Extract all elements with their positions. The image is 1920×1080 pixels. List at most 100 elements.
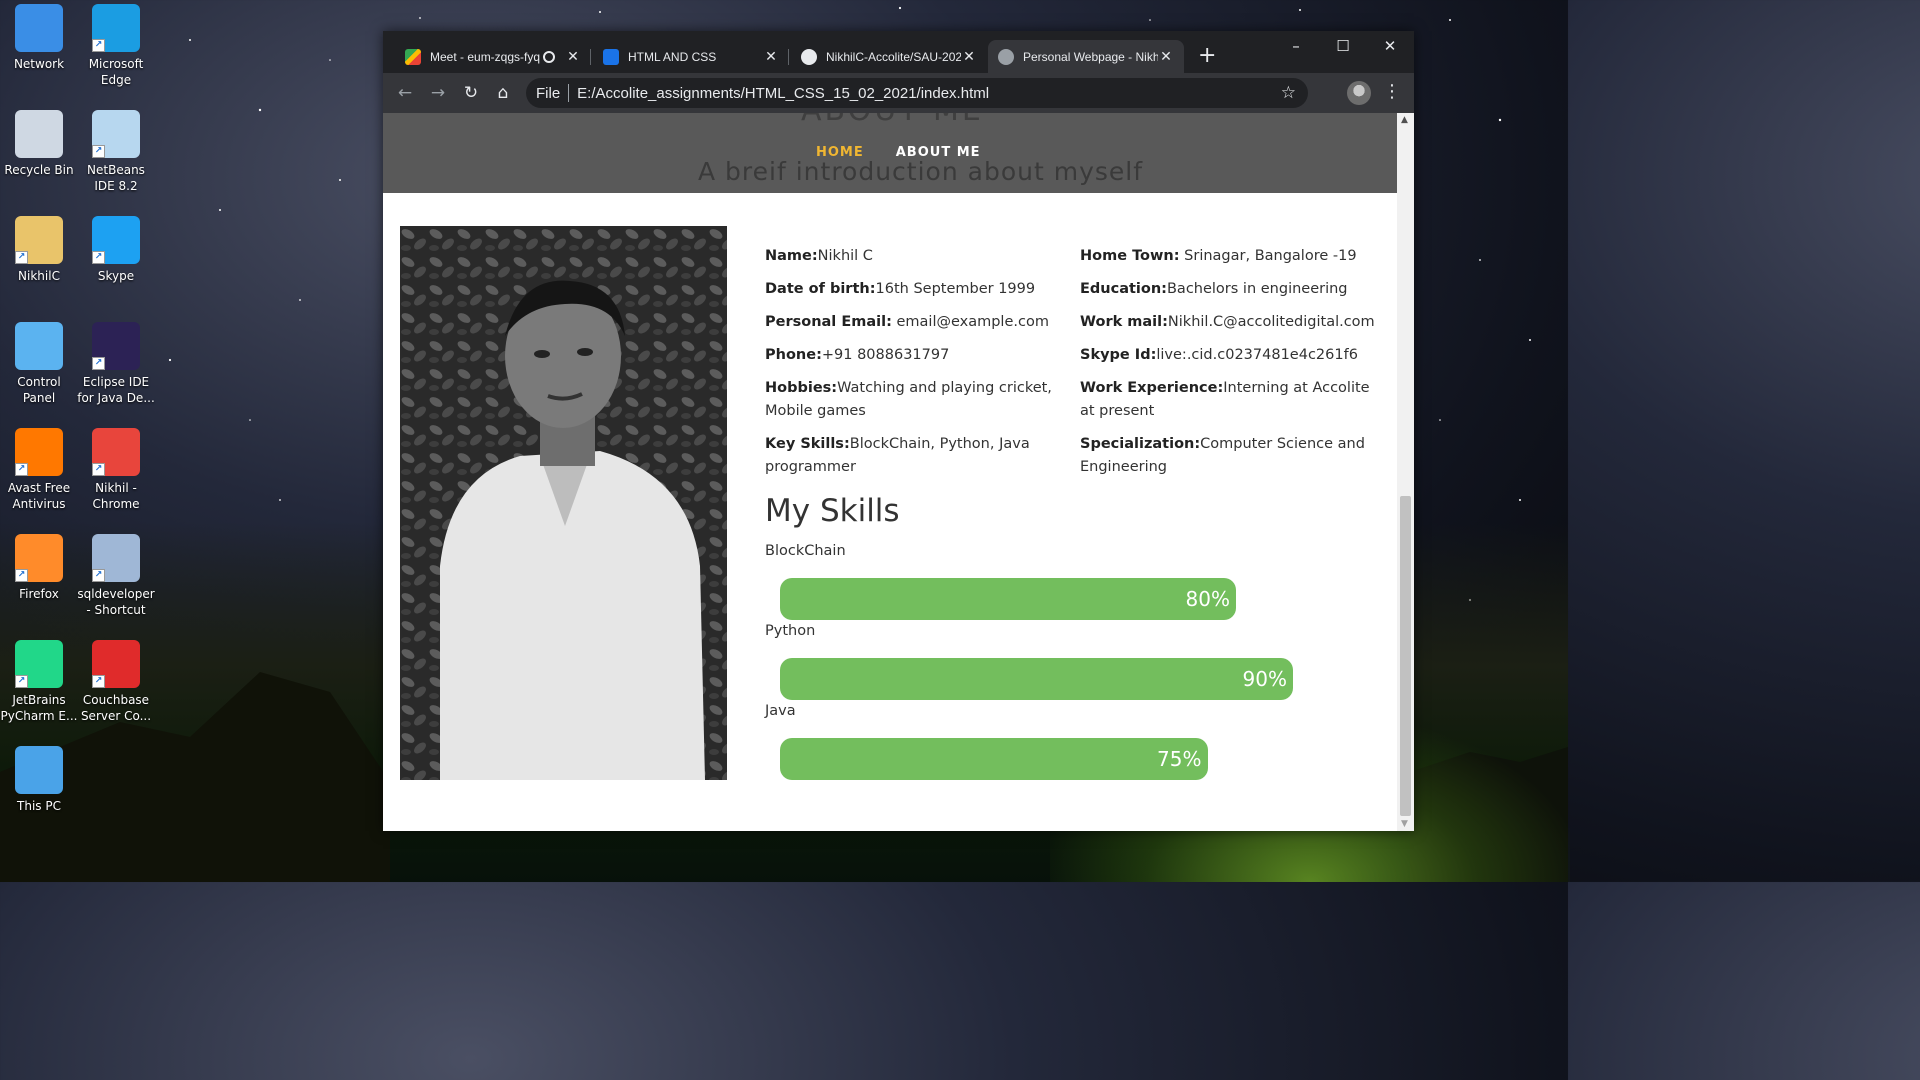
firefox-icon: ↗: [15, 534, 63, 582]
shortcut-arrow-icon: ↗: [15, 251, 28, 264]
tab-html-and-css[interactable]: HTML AND CSS ✕: [593, 40, 789, 73]
profile-photo: [400, 226, 727, 780]
skill-name: Python: [765, 623, 816, 639]
info-email: Personal Email: email@example.com: [765, 314, 1049, 330]
info-name: Name:Nikhil C: [765, 248, 873, 264]
shortcut-arrow-icon: ↗: [15, 463, 28, 476]
info-key-skills: Key Skills:BlockChain, Python, Java prog…: [765, 436, 1030, 475]
globe-icon: [998, 48, 1014, 65]
scroll-up-arrow-icon[interactable]: ▲: [1401, 115, 1408, 125]
recording-icon: [543, 50, 555, 63]
address-bar[interactable]: i File E:/Accolite_assignments/HTML_CSS_…: [526, 78, 1308, 226]
eclipse-icon: ↗: [92, 322, 140, 370]
desktop-icon[interactable]: ↗ Microsoft Edge: [77, 4, 155, 88]
skill-bar-fill: 90%: [780, 658, 1293, 700]
scrollbar-thumb[interactable]: [1400, 496, 1411, 816]
recycle-bin-icon: [15, 110, 63, 158]
google-classroom-icon: [603, 48, 619, 65]
info-hometown: Home Town: Srinagar, Bangalore -19: [1080, 248, 1357, 264]
skill-name: BlockChain: [765, 543, 846, 559]
couchbase-icon: ↗: [92, 640, 140, 688]
desktop-icon-label: Eclipse IDE for Java De...: [77, 375, 155, 405]
desktop-icon[interactable]: ↗ Avast Free Antivirus: [0, 428, 78, 512]
desktop-icon-label: NikhilC: [18, 269, 60, 283]
tab-separator: [590, 49, 591, 65]
skill-bar-fill: 75%: [780, 738, 1208, 780]
netbeans-icon: ↗: [92, 110, 140, 158]
page-scrollbar[interactable]: ▲ ▼: [1397, 113, 1414, 831]
page-subtitle: A breif introduction about myself: [698, 157, 1144, 186]
tab-close-icon[interactable]: ✕: [565, 48, 581, 65]
desktop-icon[interactable]: ↗ Firefox: [0, 534, 78, 602]
info-specialization: Specialization:Computer Science and Engi…: [1080, 436, 1365, 475]
desktop-icon[interactable]: ↗ NikhilC: [0, 216, 78, 284]
shortcut-arrow-icon: ↗: [92, 569, 105, 582]
desktop-icon-label: Recycle Bin: [4, 163, 74, 177]
shortcut-arrow-icon: ↗: [92, 357, 105, 370]
browser-menu-button[interactable]: ⋮: [1383, 81, 1401, 102]
google-meet-icon: [405, 48, 421, 65]
desktop-icon[interactable]: ↗ sqldeveloper - Shortcut: [77, 534, 155, 618]
desktop-icon[interactable]: Control Panel: [0, 322, 78, 406]
forward-button[interactable]: →: [427, 82, 449, 104]
site-header: ABOUT ME HOME ABOUT ME A breif introduct…: [383, 113, 1397, 193]
new-tab-button[interactable]: +: [1198, 45, 1216, 67]
desktop-icon[interactable]: ↗ NetBeans IDE 8.2: [77, 110, 155, 194]
desktop-icon-label: This PC: [17, 799, 61, 813]
desktop-icon-label: sqldeveloper - Shortcut: [77, 587, 155, 617]
skype-icon: ↗: [92, 216, 140, 264]
control-panel-icon: [15, 322, 63, 370]
desktop-icon[interactable]: This PC: [0, 746, 78, 814]
tab-github[interactable]: NikhilC-Accolite/SAU-2021 ✕: [791, 40, 987, 73]
bookmark-star-icon[interactable]: ☆: [1281, 83, 1296, 103]
desktop-icon-label: Control Panel: [17, 375, 61, 405]
minimize-button[interactable]: –: [1281, 37, 1311, 55]
info-work-experience: Work Experience:Interning at Accolite at…: [1080, 380, 1370, 419]
scroll-down-arrow-icon[interactable]: ▼: [1401, 819, 1408, 829]
tab-close-icon[interactable]: ✕: [961, 48, 977, 65]
tab-title: Personal Webpage - Nikhil: [1023, 49, 1158, 64]
desktop-icon[interactable]: ↗ Eclipse IDE for Java De...: [77, 322, 155, 406]
desktop-icon-label: Firefox: [19, 587, 59, 601]
desktop-icon-label: Skype: [97, 269, 135, 283]
close-window-button[interactable]: ✕: [1375, 37, 1405, 55]
tab-close-icon[interactable]: ✕: [1158, 48, 1174, 65]
tab-personal-webpage[interactable]: Personal Webpage - Nikhil ✕: [988, 40, 1184, 73]
shortcut-arrow-icon: ↗: [15, 675, 28, 688]
home-button[interactable]: ⌂: [492, 82, 514, 104]
shortcut-arrow-icon: ↗: [92, 463, 105, 476]
tab-close-icon[interactable]: ✕: [763, 48, 779, 65]
shortcut-arrow-icon: ↗: [92, 675, 105, 688]
page-heading: ABOUT ME: [801, 113, 984, 128]
sqldeveloper-icon: ↗: [92, 534, 140, 582]
pycharm-icon: ↗: [15, 640, 63, 688]
tab-google-meet[interactable]: Meet - eum-zqgs-fyq ✕: [395, 40, 591, 73]
shortcut-arrow-icon: ↗: [92, 251, 105, 264]
edge-icon: ↗: [92, 4, 140, 52]
url-text[interactable]: E:/Accolite_assignments/HTML_CSS_15_02_2…: [577, 85, 989, 102]
github-icon: [801, 48, 817, 65]
desktop-icon[interactable]: Recycle Bin: [0, 110, 78, 178]
desktop-icon[interactable]: ↗ Skype: [77, 216, 155, 284]
desktop-icon[interactable]: ↗ Nikhil - Chrome: [77, 428, 155, 512]
desktop-icon-label: Couchbase Server Co...: [80, 693, 152, 723]
back-button[interactable]: ←: [394, 82, 416, 104]
skills-heading: My Skills: [765, 493, 900, 529]
shortcut-arrow-icon: ↗: [92, 145, 105, 158]
skill-bar-track: 90%: [780, 658, 1350, 700]
desktop-icon[interactable]: Network: [0, 4, 78, 72]
avast-icon: ↗: [15, 428, 63, 476]
reload-button[interactable]: ↻: [460, 82, 482, 104]
skill-name: Java: [765, 703, 796, 719]
maximize-button[interactable]: ☐: [1328, 37, 1358, 55]
desktop-icon-label: Avast Free Antivirus: [7, 481, 71, 511]
profile-avatar[interactable]: [1347, 81, 1371, 105]
desktop-icon[interactable]: ↗ JetBrains PyCharm E...: [0, 640, 78, 724]
desktop-icon[interactable]: ↗ Couchbase Server Co...: [77, 640, 155, 724]
info-education: Education:Bachelors in engineering: [1080, 281, 1348, 297]
desktop-icon-label: NetBeans IDE 8.2: [87, 163, 145, 193]
shortcut-arrow-icon: ↗: [15, 569, 28, 582]
info-dob: Date of birth:16th September 1999: [765, 281, 1036, 297]
this-pc-icon: [15, 746, 63, 794]
skill-bar-track: 80%: [780, 578, 1350, 620]
